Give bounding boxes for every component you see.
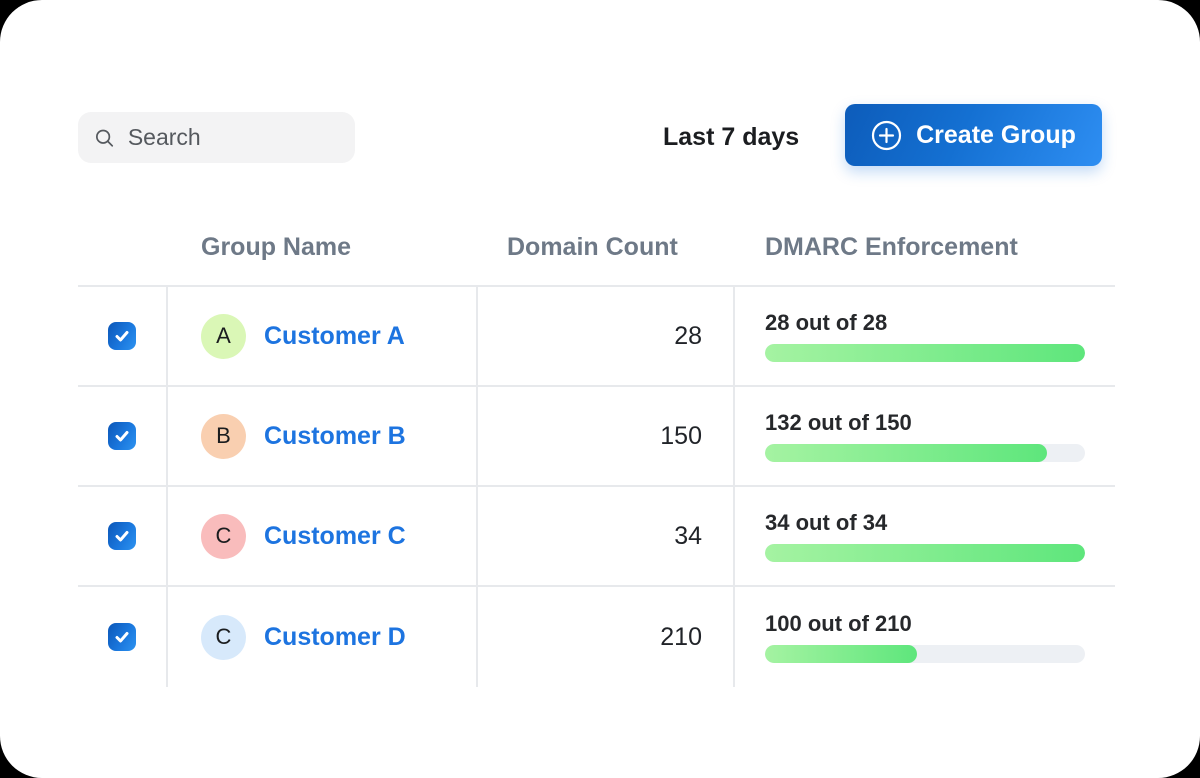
checkmark-icon xyxy=(114,629,130,645)
group-name-cell: C Customer C xyxy=(168,487,478,585)
domain-count-cell: 210 xyxy=(478,587,735,687)
enforcement-label: 132 out of 150 xyxy=(765,410,912,436)
enforcement-progress-track xyxy=(765,344,1085,362)
group-name-cell: C Customer D xyxy=(168,587,478,687)
checkmark-icon xyxy=(114,428,130,444)
domain-count-cell: 34 xyxy=(478,487,735,585)
avatar: A xyxy=(201,314,246,359)
checkmark-icon xyxy=(114,328,130,344)
enforcement-label: 34 out of 34 xyxy=(765,510,887,536)
create-group-button[interactable]: Create Group xyxy=(845,104,1102,166)
group-name-link[interactable]: Customer B xyxy=(264,422,406,451)
enforcement-progress-fill xyxy=(765,544,1085,562)
enforcement-progress-fill xyxy=(765,444,1047,462)
search-input[interactable] xyxy=(126,123,339,152)
dmarc-enforcement-cell: 132 out of 150 xyxy=(735,387,1115,485)
row-checkbox[interactable] xyxy=(108,623,136,651)
table-row: C Customer C 34 34 out of 34 xyxy=(78,487,1115,587)
group-name-cell: B Customer B xyxy=(168,387,478,485)
enforcement-progress-track xyxy=(765,544,1085,562)
create-group-label: Create Group xyxy=(916,121,1076,150)
group-name-link[interactable]: Customer A xyxy=(264,322,405,351)
checkmark-icon xyxy=(114,528,130,544)
table-row: B Customer B 150 132 out of 150 xyxy=(78,387,1115,487)
select-cell xyxy=(78,487,168,585)
dmarc-enforcement-cell: 100 out of 210 xyxy=(735,587,1115,687)
row-checkbox[interactable] xyxy=(108,422,136,450)
group-name-link[interactable]: Customer D xyxy=(264,623,406,652)
avatar: C xyxy=(201,514,246,559)
enforcement-progress-track xyxy=(765,444,1085,462)
plus-circle-icon xyxy=(871,120,902,151)
avatar: B xyxy=(201,414,246,459)
select-cell xyxy=(78,287,168,385)
avatar: C xyxy=(201,615,246,660)
column-header-dmarc-enforcement: DMARC Enforcement xyxy=(735,210,1115,285)
groups-table: Group Name Domain Count DMARC Enforcemen… xyxy=(78,210,1115,687)
select-cell xyxy=(78,587,168,687)
group-name-cell: A Customer A xyxy=(168,287,478,385)
table-row: A Customer A 28 28 out of 28 xyxy=(78,287,1115,387)
select-cell xyxy=(78,387,168,485)
group-name-link[interactable]: Customer C xyxy=(264,522,406,551)
row-checkbox[interactable] xyxy=(108,522,136,550)
dmarc-enforcement-cell: 28 out of 28 xyxy=(735,287,1115,385)
enforcement-progress-track xyxy=(765,645,1085,663)
enforcement-progress-fill xyxy=(765,344,1085,362)
table-body: A Customer A 28 28 out of 28 B Customer … xyxy=(78,287,1115,687)
search-icon xyxy=(94,126,115,150)
date-range-label[interactable]: Last 7 days xyxy=(663,112,799,163)
table-row: C Customer D 210 100 out of 210 xyxy=(78,587,1115,687)
enforcement-label: 28 out of 28 xyxy=(765,310,887,336)
row-checkbox[interactable] xyxy=(108,322,136,350)
dmarc-enforcement-cell: 34 out of 34 xyxy=(735,487,1115,585)
search-box[interactable] xyxy=(78,112,355,163)
domain-count-cell: 28 xyxy=(478,287,735,385)
enforcement-label: 100 out of 210 xyxy=(765,611,912,637)
column-header-group-name: Group Name xyxy=(168,210,478,285)
table-header-row: Group Name Domain Count DMARC Enforcemen… xyxy=(78,210,1115,287)
domain-count-cell: 150 xyxy=(478,387,735,485)
column-header-domain-count: Domain Count xyxy=(478,210,735,285)
enforcement-progress-fill xyxy=(765,645,917,663)
app-card: Last 7 days Create Group Group Name Doma… xyxy=(0,0,1200,778)
